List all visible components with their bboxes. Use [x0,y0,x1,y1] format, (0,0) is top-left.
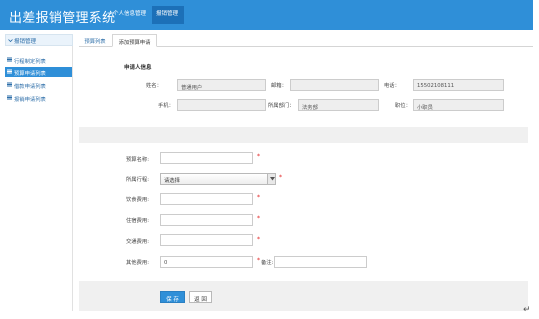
department-label: 所属部门： [268,103,295,109]
required-mark: * [279,174,282,181]
save-button[interactable]: 保 存 [160,291,185,303]
budget-name-input[interactable] [160,152,253,164]
transport-cost-input[interactable] [160,234,253,246]
required-mark: * [257,215,260,222]
remark-label: 备注: [261,260,274,266]
back-button[interactable]: 返 回 [189,291,212,303]
tab-budget-list[interactable]: 预算列表 [79,34,111,47]
phone-field: 15502108111 [413,79,504,91]
trip-select-value: 请选择 [164,178,180,184]
trip-select[interactable]: 请选择 [160,173,276,185]
other-cost-label: 其他费用: [126,260,149,266]
tab-add-budget[interactable]: 添加预算申请 [112,34,157,47]
name-label: 姓名： [146,83,162,89]
section-divider [79,127,528,143]
budget-name-label: 预算名称: [126,157,149,163]
return-mark: ↵ [523,305,531,315]
sidebar-item-reimbursement[interactable]: 报销申请列表 [5,93,72,103]
dropdown-arrow-icon [267,174,275,184]
required-mark: * [257,257,260,264]
sidebar-item-label: 预算申请列表 [14,70,46,77]
chevron-down-icon [8,39,13,43]
nav-reimbursement[interactable]: 报销管理 [156,9,178,17]
email-field [290,79,379,91]
mobile-label: 手机： [158,103,174,109]
tab-bar: 预算列表 添加预算申请 [79,34,533,47]
sidebar-item-label: 行程制定列表 [14,58,46,65]
sidebar-header-label: 报销管理 [14,39,37,45]
applicant-section-title: 申请人信息 [124,65,152,71]
mobile-field [177,99,266,111]
sidebar-item-trip-plan[interactable]: 行程制定列表 [5,55,72,65]
sidebar-item-loan[interactable]: 借款申请列表 [5,80,72,90]
meal-cost-label: 饮食费用: [126,197,149,203]
sidebar-item-label: 报销申请列表 [14,96,46,103]
sidebar-item-label: 借款申请列表 [14,83,46,90]
form-footer [79,281,528,311]
sidebar-header[interactable]: 报销管理 [5,34,73,46]
list-icon [7,57,12,62]
app-title: 出差报销管理系统 [9,11,116,26]
transport-cost-label: 交通费用: [126,239,149,245]
lodging-cost-label: 住宿费用: [126,218,149,224]
required-mark: * [257,153,260,160]
department-field: 法务部 [298,99,379,111]
list-icon [7,95,12,100]
phone-label: 电话： [384,83,400,89]
required-mark: * [257,236,260,243]
remark-input[interactable] [274,256,367,268]
email-label: 邮箱： [271,83,287,89]
list-icon [7,82,12,87]
other-cost-input[interactable]: 0 [160,256,253,268]
lodging-cost-input[interactable] [160,214,253,226]
position-label: 职位： [395,103,411,109]
meal-cost-input[interactable] [160,193,253,205]
sidebar-item-budget[interactable]: 预算申请列表 [5,67,72,77]
position-field: 小职员 [413,99,504,111]
trip-label: 所属行程: [126,177,149,183]
list-icon [7,69,12,74]
nav-personal-info[interactable]: 个人信息管理 [113,9,146,17]
name-field: 普通用户 [177,79,266,91]
required-mark: * [257,194,260,201]
top-navbar: 出差报销管理系统 个人信息管理 报销管理 [0,0,533,30]
